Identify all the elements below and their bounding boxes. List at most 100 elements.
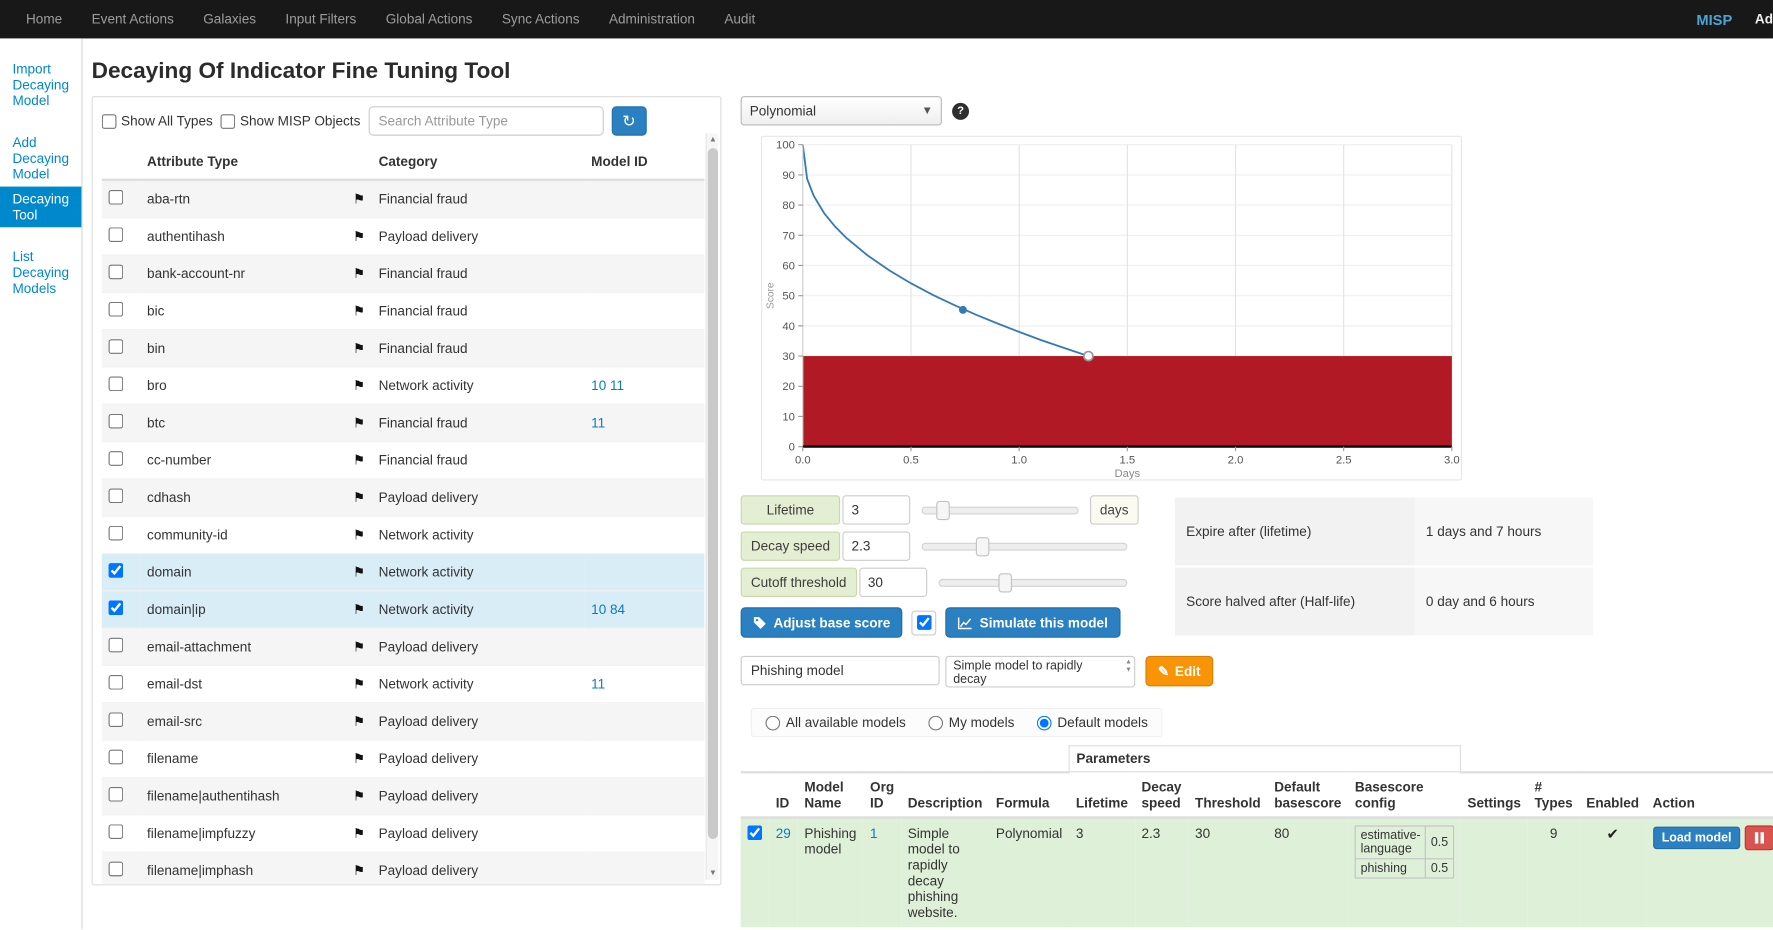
model-filter-default-models[interactable]: Default models (1037, 715, 1148, 731)
attribute-row[interactable]: authentihash⚑Payload delivery (102, 218, 705, 255)
admin-menu-link[interactable]: Ad (1755, 11, 1773, 27)
nav-item-sync-actions[interactable]: Sync Actions (487, 0, 594, 38)
attribute-row[interactable]: cc-number⚑Financial fraud (102, 442, 705, 479)
attribute-row-checkbox[interactable] (109, 787, 124, 802)
attribute-row-checkbox[interactable] (109, 600, 124, 615)
flag-icon[interactable]: ⚑ (353, 452, 365, 468)
flag-icon[interactable]: ⚑ (353, 788, 365, 804)
model-id-link[interactable]: 11 (591, 415, 605, 431)
model-filter-my-models[interactable]: My models (928, 715, 1014, 731)
sidebar-item-import-decaying-model[interactable]: Import Decaying Model (0, 57, 81, 114)
attribute-row-checkbox[interactable] (109, 302, 124, 317)
decay-speed-slider[interactable] (922, 542, 1128, 550)
radio-default-models[interactable] (1037, 715, 1052, 730)
model-row[interactable]: 29Phishing model1Simple model to rapidly… (741, 817, 1773, 927)
model-id-link[interactable]: 29 (776, 825, 791, 841)
refresh-button[interactable]: ↻ (611, 106, 646, 135)
model-name-input[interactable] (741, 656, 940, 685)
lifetime-input[interactable] (842, 495, 910, 524)
attribute-row-checkbox[interactable] (109, 526, 124, 541)
attribute-row-checkbox[interactable] (109, 190, 124, 205)
flag-icon[interactable]: ⚑ (353, 676, 365, 692)
flag-icon[interactable]: ⚑ (353, 266, 365, 282)
cutoff-threshold-input[interactable] (859, 568, 927, 597)
decay-speed-slider-handle[interactable] (976, 537, 990, 556)
attribute-row[interactable]: cdhash⚑Payload delivery (102, 479, 705, 516)
attribute-row[interactable]: filename|authentihash⚑Payload delivery (102, 777, 705, 814)
model-row-checkbox[interactable] (747, 825, 762, 840)
attribute-row[interactable]: bic⚑Financial fraud (102, 292, 705, 329)
flag-icon[interactable]: ⚑ (353, 340, 365, 356)
flag-icon[interactable]: ⚑ (353, 303, 365, 319)
attribute-row-checkbox[interactable] (109, 824, 124, 839)
lifetime-slider[interactable] (922, 506, 1079, 514)
attribute-row[interactable]: bin⚑Financial fraud (102, 330, 705, 367)
attribute-row[interactable]: bank-account-nr⚑Financial fraud (102, 255, 705, 292)
model-id-link[interactable]: 11 (591, 676, 605, 692)
textarea-scroll-icons[interactable]: ▲▼ (1125, 659, 1132, 675)
pause-model-button[interactable] (1745, 825, 1773, 850)
flag-icon[interactable]: ⚑ (353, 228, 365, 244)
attribute-row[interactable]: aba-rtn⚑Financial fraud (102, 180, 705, 218)
lifetime-slider-handle[interactable] (937, 500, 951, 519)
attribute-row[interactable]: domain⚑Network activity (102, 553, 705, 590)
sidebar-item-decaying-tool[interactable]: Decaying Tool (0, 187, 81, 228)
flag-icon[interactable]: ⚑ (353, 751, 365, 767)
attribute-row-checkbox[interactable] (109, 488, 124, 503)
nav-item-global-actions[interactable]: Global Actions (371, 0, 487, 38)
cutoff-threshold-slider[interactable] (938, 578, 1127, 586)
help-icon[interactable]: ? (952, 102, 969, 119)
load-model-button[interactable]: Load model (1653, 826, 1741, 849)
attribute-row[interactable]: domain|ip⚑Network activity10 84 (102, 591, 705, 628)
show-all-types-checkbox[interactable] (102, 114, 117, 129)
sidebar-item-list-decaying-models[interactable]: List Decaying Models (0, 244, 81, 301)
attribute-row[interactable]: email-dst⚑Network activity11 (102, 665, 705, 702)
simulate-model-button[interactable]: Simulate this model (946, 607, 1121, 638)
attribute-row-checkbox[interactable] (109, 414, 124, 429)
nav-item-home[interactable]: Home (11, 0, 77, 38)
cutoff-threshold-slider-handle[interactable] (999, 573, 1013, 592)
nav-item-event-actions[interactable]: Event Actions (77, 0, 189, 38)
flag-icon[interactable]: ⚑ (353, 564, 365, 580)
nav-item-input-filters[interactable]: Input Filters (271, 0, 371, 38)
decay-curve-chart[interactable]: 01020304050607080901000.00.51.01.52.02.5… (762, 137, 1461, 480)
decay-speed-input[interactable] (842, 531, 910, 560)
flag-icon[interactable]: ⚑ (353, 191, 365, 207)
sidebar-item-add-decaying-model[interactable]: Add Decaying Model (0, 130, 81, 187)
nav-item-administration[interactable]: Administration (594, 0, 709, 38)
scrollbar-down-arrow-icon[interactable]: ▼ (707, 867, 719, 879)
attribute-row[interactable]: filename|imphash⚑Payload delivery (102, 852, 705, 885)
flag-icon[interactable]: ⚑ (353, 415, 365, 431)
flag-icon[interactable]: ⚑ (353, 378, 365, 394)
show-misp-objects-toggle[interactable]: Show MISP Objects (221, 113, 361, 129)
formula-select[interactable]: Polynomial ▼ (741, 96, 942, 125)
misp-brand-link[interactable]: MISP (1696, 11, 1732, 28)
flag-icon[interactable]: ⚑ (353, 639, 365, 655)
attribute-row-checkbox[interactable] (109, 750, 124, 765)
attribute-row-checkbox[interactable] (109, 712, 124, 727)
flag-icon[interactable]: ⚑ (353, 527, 365, 543)
attribute-row-checkbox[interactable] (109, 862, 124, 877)
attribute-row-checkbox[interactable] (109, 451, 124, 466)
attribute-row[interactable]: btc⚑Financial fraud11 (102, 404, 705, 441)
attribute-row[interactable]: filename|impfuzzy⚑Payload delivery (102, 815, 705, 852)
scrollbar-up-arrow-icon[interactable]: ▲ (707, 133, 719, 145)
model-id-link[interactable]: 10 11 (591, 378, 624, 394)
flag-icon[interactable]: ⚑ (353, 490, 365, 506)
scrollbar-thumb[interactable] (708, 148, 718, 839)
attribute-row-checkbox[interactable] (109, 377, 124, 392)
attribute-row-checkbox[interactable] (109, 339, 124, 354)
nav-item-audit[interactable]: Audit (710, 0, 770, 38)
attribute-row-checkbox[interactable] (109, 227, 124, 242)
flag-icon[interactable]: ⚑ (353, 602, 365, 618)
attribute-row[interactable]: bro⚑Network activity10 11 (102, 367, 705, 404)
edit-model-button[interactable]: ✎ Edit (1145, 656, 1213, 687)
attribute-row-checkbox[interactable] (109, 265, 124, 280)
show-all-types-toggle[interactable]: Show All Types (102, 113, 213, 129)
attribute-table-scrollbar[interactable]: ▲ ▼ (706, 133, 718, 879)
show-misp-objects-checkbox[interactable] (221, 114, 236, 129)
adjust-base-score-button[interactable]: Adjust base score (741, 607, 903, 638)
attribute-row[interactable]: email-attachment⚑Payload delivery (102, 628, 705, 665)
search-attribute-input[interactable] (368, 106, 603, 135)
radio-all-available-models[interactable] (766, 715, 781, 730)
